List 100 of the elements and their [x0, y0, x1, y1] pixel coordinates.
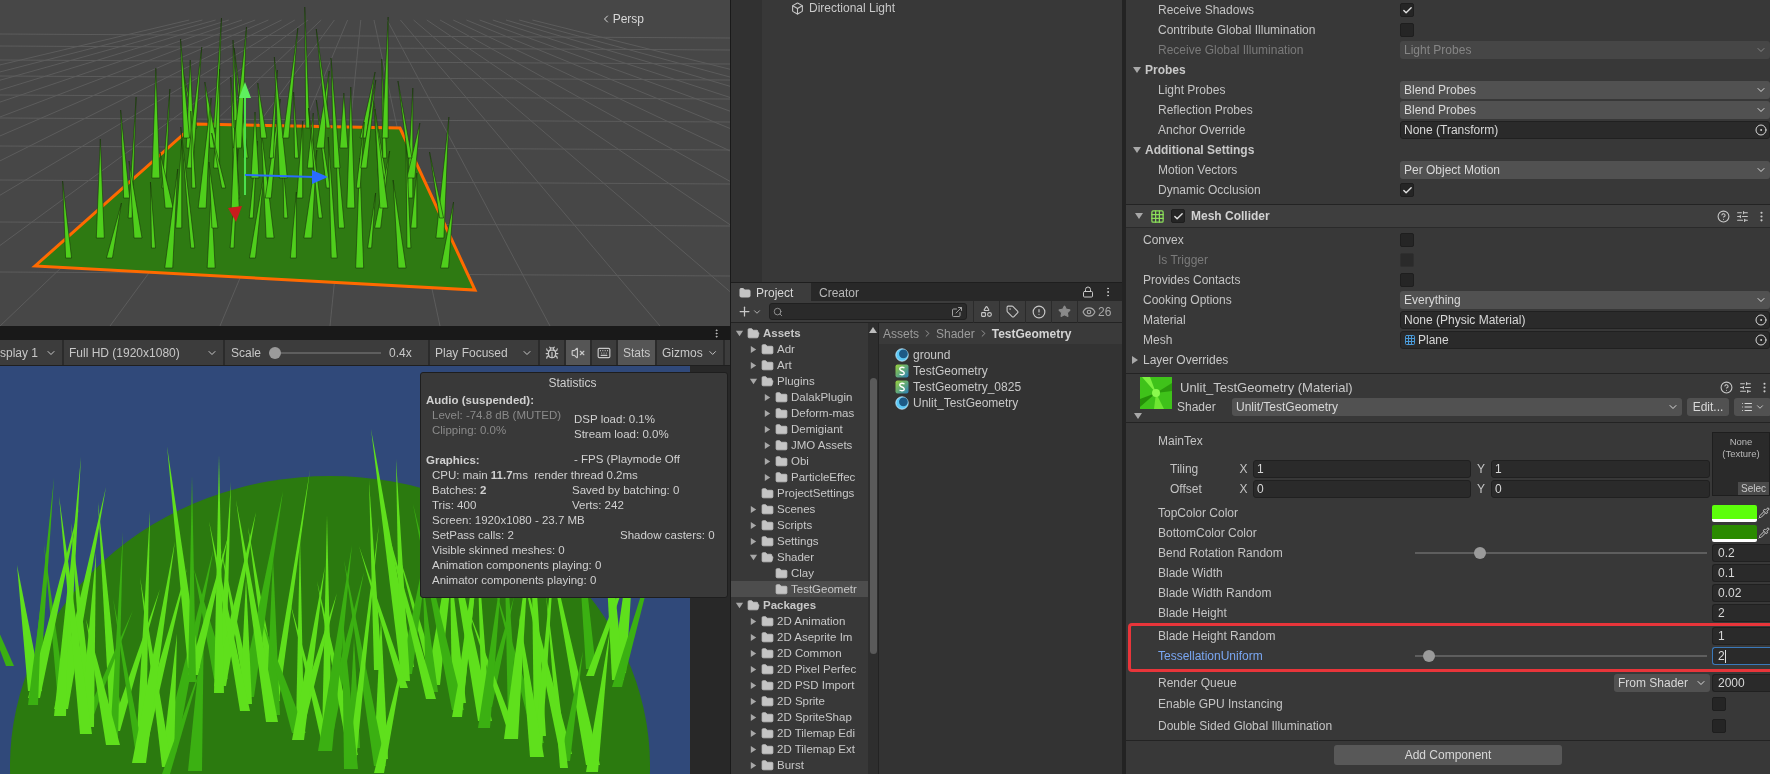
- folder-item[interactable]: Obi: [731, 453, 868, 469]
- checkbox[interactable]: [1400, 23, 1414, 37]
- panel-tab[interactable]: Project: [731, 283, 811, 301]
- scroll-thumb[interactable]: [869, 378, 877, 654]
- folder-item[interactable]: Art: [731, 357, 868, 373]
- folder-item[interactable]: 2D Aseprite Im: [731, 629, 868, 645]
- foldout-arrow-icon[interactable]: [748, 616, 758, 626]
- foldout-arrow-icon[interactable]: [734, 328, 744, 338]
- mute-toggle[interactable]: [566, 340, 592, 365]
- object-picker-icon[interactable]: [1755, 314, 1767, 326]
- foldout-arrow-icon[interactable]: [762, 440, 772, 450]
- slider-thumb[interactable]: [269, 346, 282, 359]
- foldout-arrow-icon[interactable]: [748, 664, 758, 674]
- presets-icon[interactable]: [1739, 380, 1752, 394]
- number-field[interactable]: 1: [1253, 460, 1471, 478]
- slider[interactable]: [1415, 650, 1707, 662]
- foldout-arrow-icon[interactable]: [748, 632, 758, 642]
- foldout-arrow-icon[interactable]: [762, 424, 772, 434]
- asset-item[interactable]: TestGeometry: [895, 363, 1122, 379]
- add-component-button[interactable]: Add Component: [1334, 745, 1562, 765]
- foldout-header[interactable]: Probes: [1126, 60, 1770, 80]
- scroll-up-icon[interactable]: [869, 327, 877, 333]
- breadcrumb-item[interactable]: TestGeometry: [991, 326, 1072, 341]
- shader-dropdown[interactable]: Unlit/TestGeometry: [1232, 398, 1682, 416]
- help-icon[interactable]: [1717, 209, 1730, 223]
- object-picker-icon[interactable]: [1755, 334, 1767, 346]
- folder-item[interactable]: Packages: [731, 597, 868, 613]
- folder-item[interactable]: Assets: [731, 325, 868, 341]
- checkbox[interactable]: [1712, 697, 1726, 711]
- foldout-arrow-icon[interactable]: [762, 408, 772, 418]
- foldout-arrow-icon[interactable]: [762, 472, 772, 482]
- folder-item[interactable]: Scenes: [731, 501, 868, 517]
- stats-button[interactable]: Stats: [618, 340, 657, 365]
- folder-item[interactable]: Demigiant: [731, 421, 868, 437]
- foldout-arrow-icon[interactable]: [1132, 145, 1142, 155]
- dropdown[interactable]: Blend Probes: [1400, 81, 1770, 99]
- foldout-arrow-icon[interactable]: [748, 744, 758, 754]
- folder-item[interactable]: DalakPlugin: [731, 389, 868, 405]
- dropdown[interactable]: Per Object Motion: [1400, 161, 1770, 179]
- scale-slider[interactable]: [269, 346, 382, 359]
- queue-dropdown[interactable]: From Shader: [1614, 674, 1710, 692]
- number-field[interactable]: 1: [1491, 460, 1710, 478]
- foldout-arrow-icon[interactable]: [748, 696, 758, 706]
- foldout-arrow-icon[interactable]: [748, 552, 758, 562]
- folder-item[interactable]: 2D Animation: [731, 613, 868, 629]
- number-field[interactable]: 0.02: [1712, 584, 1770, 602]
- folder-item[interactable]: 2D Tilemap Edi: [731, 725, 868, 741]
- folder-item[interactable]: Adr: [731, 341, 868, 357]
- foldout-arrow-icon[interactable]: [748, 680, 758, 690]
- checkbox[interactable]: [1400, 3, 1414, 17]
- popout-icon[interactable]: [951, 305, 963, 318]
- help-icon[interactable]: [1720, 380, 1733, 394]
- asset-item[interactable]: Unlit_TestGeometry: [895, 395, 1122, 411]
- foldout-arrow-icon[interactable]: [762, 456, 772, 466]
- foldout-arrow-icon[interactable]: [734, 600, 744, 610]
- number-field[interactable]: 2: [1712, 647, 1770, 665]
- foldout-arrow-icon[interactable]: [748, 520, 758, 530]
- number-field[interactable]: 1: [1712, 627, 1770, 645]
- number-field[interactable]: 0.2: [1712, 544, 1770, 562]
- checkbox[interactable]: [1400, 233, 1414, 247]
- number-field[interactable]: 2000: [1712, 674, 1770, 692]
- foldout-arrow-icon[interactable]: [762, 392, 772, 402]
- folder-item[interactable]: ParticleEffec: [731, 469, 868, 485]
- asset-item[interactable]: ground: [895, 347, 1122, 363]
- foldout-arrow-icon[interactable]: [748, 344, 758, 354]
- folder-item[interactable]: Deform-mas: [731, 405, 868, 421]
- foldout-arrow-icon[interactable]: [748, 504, 758, 514]
- number-field[interactable]: 0: [1253, 480, 1471, 498]
- foldout-header[interactable]: Layer Overrides: [1126, 350, 1770, 370]
- foldout-arrow-icon[interactable]: [748, 536, 758, 546]
- color-swatch[interactable]: [1712, 524, 1757, 542]
- lock-icon[interactable]: [1082, 286, 1094, 298]
- eyedropper-icon[interactable]: [1758, 507, 1770, 519]
- checkbox[interactable]: [1400, 183, 1414, 197]
- object-picker-icon[interactable]: [1755, 124, 1767, 136]
- foldout-arrow-icon[interactable]: [748, 360, 758, 370]
- folder-item[interactable]: JMO Assets: [731, 437, 868, 453]
- folder-item[interactable]: Shader: [731, 549, 868, 565]
- breadcrumb-item[interactable]: Assets: [883, 326, 919, 341]
- folder-item[interactable]: Burst: [731, 757, 868, 773]
- number-field[interactable]: 0.1: [1712, 564, 1770, 582]
- dropdown[interactable]: Everything: [1400, 291, 1770, 309]
- list-button[interactable]: [1734, 398, 1770, 416]
- checkbox[interactable]: [1171, 209, 1185, 223]
- checkbox[interactable]: [1400, 273, 1414, 287]
- foldout-arrow-icon[interactable]: [748, 648, 758, 658]
- folder-item[interactable]: Clay: [731, 565, 868, 581]
- foldout-arrow-icon[interactable]: [1130, 355, 1140, 365]
- foldout-arrow-icon[interactable]: [748, 376, 758, 386]
- select-button[interactable]: Selec: [1738, 482, 1769, 495]
- object-field[interactable]: None (Transform): [1400, 121, 1770, 139]
- object-field[interactable]: Plane: [1400, 331, 1770, 349]
- folder-item[interactable]: 2D Common: [731, 645, 868, 661]
- display-dropdown[interactable]: splay 1: [0, 340, 64, 365]
- eyedropper-icon[interactable]: [1758, 527, 1770, 539]
- checkbox[interactable]: [1712, 719, 1726, 733]
- folder-item[interactable]: Scripts: [731, 517, 868, 533]
- asset-item[interactable]: TestGeometry_0825: [895, 379, 1122, 395]
- color-swatch[interactable]: [1712, 504, 1757, 522]
- slider[interactable]: [1415, 547, 1707, 559]
